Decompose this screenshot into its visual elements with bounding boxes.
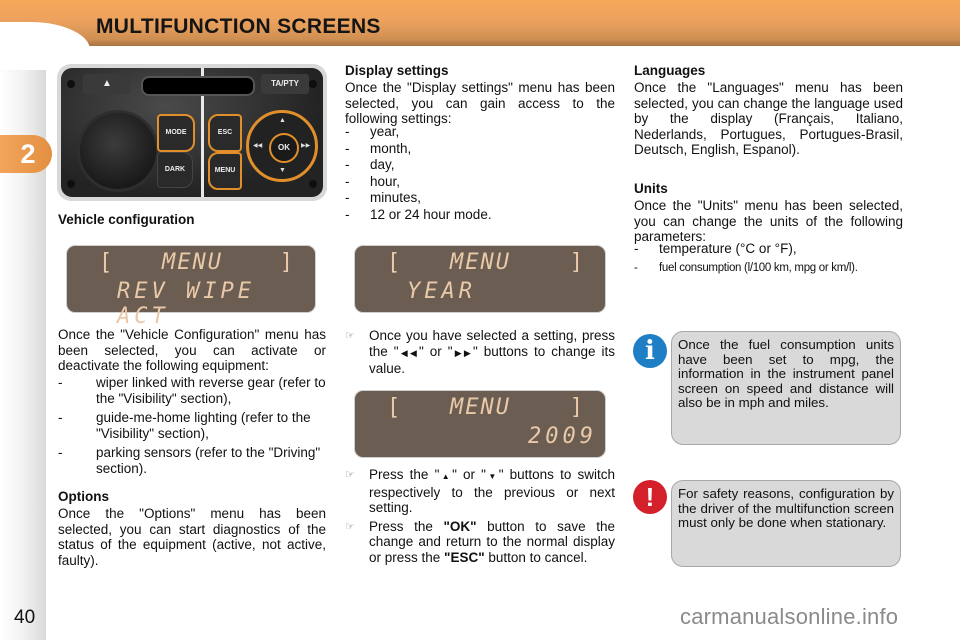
tip-text: button to cancel. [484,549,588,565]
lcd-menu-label: MENU [450,250,511,275]
units-list: temperature (°C or °F), fuel consumption… [634,241,909,280]
page-number: 40 [14,607,36,628]
vehicle-configuration-heading: Vehicle configuration [58,212,195,227]
tip-row: ☞ Press the "▲" or "▼" buttons to switch… [345,467,615,516]
languages-text: Once the "Languages" menu has been selec… [634,80,903,157]
rewind-icon: ◀◀ [398,347,420,358]
options-text: Once the "Options" menu has been selecte… [58,506,326,568]
list-item: minutes, [345,190,615,206]
ta-pty-button: TA/PTY [261,74,309,94]
header-notch [0,22,90,52]
ok-button: OK [269,133,299,163]
dark-button: DARK [157,152,193,188]
warning-icon: ! [633,480,667,514]
volume-knob [77,110,159,192]
screw-icon [67,80,75,88]
tip-text: " or " [452,467,486,482]
lcd-right-bracket: ] [569,250,583,275]
info-notice: Once the fuel consumption units have bee… [671,331,901,445]
lcd-line2: REV WIPE ACT [117,279,255,329]
down-arrow-icon: ▼ [279,167,286,174]
esc-button: ESC [208,114,242,152]
lcd-right-bracket: ] [279,250,293,275]
tips-navigate-save: ☞ Press the "▲" or "▼" buttons to switch… [345,467,615,568]
down-arrow-icon: ▼ [485,472,499,481]
list-item: 12 or 24 hour mode. [345,207,615,223]
tip-text: Press the " [369,467,440,482]
list-item: hour, [345,174,615,190]
display-settings-heading: Display settings [345,63,449,78]
list-item: wiper linked with reverse gear (refer to… [58,375,326,406]
info-icon: i [633,334,667,368]
lcd-menu-label: MENU [450,395,511,420]
control-panel-image: ▲ TA/PTY MODE DARK ESC MENU ▲ ▼ ◀◀ ▶▶ OK [57,64,327,201]
screw-icon [309,80,317,88]
lcd-right-bracket: ] [569,395,583,420]
list-item: fuel consumption (l/100 km, mpg or km/l)… [634,261,909,277]
tip-row: ☞ Once you have selected a setting, pres… [345,328,615,377]
tip-row: ☞ Press the "OK" button to save the chan… [345,519,615,566]
lcd-line2: 2009 [528,424,597,449]
vehicle-configuration-intro: Once the "Vehicle Configuration" menu ha… [58,327,326,373]
list-item: year, [345,124,615,140]
warning-notice: For safety reasons, configuration by the… [671,480,901,567]
languages-heading: Languages [634,63,706,78]
lcd-line2: YEAR [407,279,476,304]
list-item: parking sensors (refer to the "Driving" … [58,445,326,476]
units-intro: Once the "Units" menu has been selected,… [634,198,903,244]
menu-button: MENU [208,152,242,190]
up-arrow-icon: ▲ [279,117,286,124]
screw-icon [67,180,75,188]
rewind-icon: ◀◀ [253,143,263,149]
chapter-tab: 2 [0,135,52,173]
lcd-screen-vehicle-config: [ MENU ] REV WIPE ACT [66,245,316,329]
pointing-hand-icon: ☞ [345,469,355,481]
screw-icon [309,180,317,188]
lcd-left-bracket: [ [387,394,401,421]
mode-button: MODE [157,114,195,152]
watermark: carmanualsonline.info [680,604,899,629]
vehicle-configuration-list: wiper linked with reverse gear (refer to… [58,375,326,480]
units-heading: Units [634,181,668,196]
ok-label: "OK" [443,518,477,534]
lcd-left-bracket: [ [99,249,113,276]
fast-forward-icon: ▶▶ [452,347,474,358]
fast-forward-icon: ▶▶ [301,143,311,149]
pointing-hand-icon: ☞ [345,520,355,533]
cd-slot [141,76,255,96]
list-item: day, [345,157,615,173]
list-item: guide-me-home lighting (refer to the "Vi… [58,410,326,441]
tip-change-value: ☞ Once you have selected a setting, pres… [345,328,615,380]
lcd-screen-year: [ MENU ] YEAR [354,245,606,313]
direction-pad: ▲ ▼ ◀◀ ▶▶ OK [246,110,318,182]
header-band: MULTIFUNCTION SCREENS [0,0,960,52]
lcd-menu-label: MENU [162,250,223,275]
esc-label: "ESC" [444,549,485,565]
eject-button: ▲ [83,74,131,94]
display-settings-list: year, month, day, hour, minutes, 12 or 2… [345,124,615,223]
list-item: month, [345,141,615,157]
up-arrow-icon: ▲ [439,472,453,481]
options-heading: Options [58,489,109,504]
display-settings-intro: Once the "Display settings" menu has bee… [345,80,615,126]
tip-text: " or " [419,343,453,359]
page-title: MULTIFUNCTION SCREENS [96,15,381,38]
list-item: temperature (°C or °F), [634,241,909,257]
control-panel-body: ▲ TA/PTY MODE DARK ESC MENU ▲ ▼ ◀◀ ▶▶ OK [61,68,323,197]
lcd-left-bracket: [ [387,249,401,276]
pointing-hand-icon: ☞ [345,330,355,342]
lcd-screen-value: [ MENU ] 2009 [354,390,606,458]
tip-text: Press the [369,518,444,534]
